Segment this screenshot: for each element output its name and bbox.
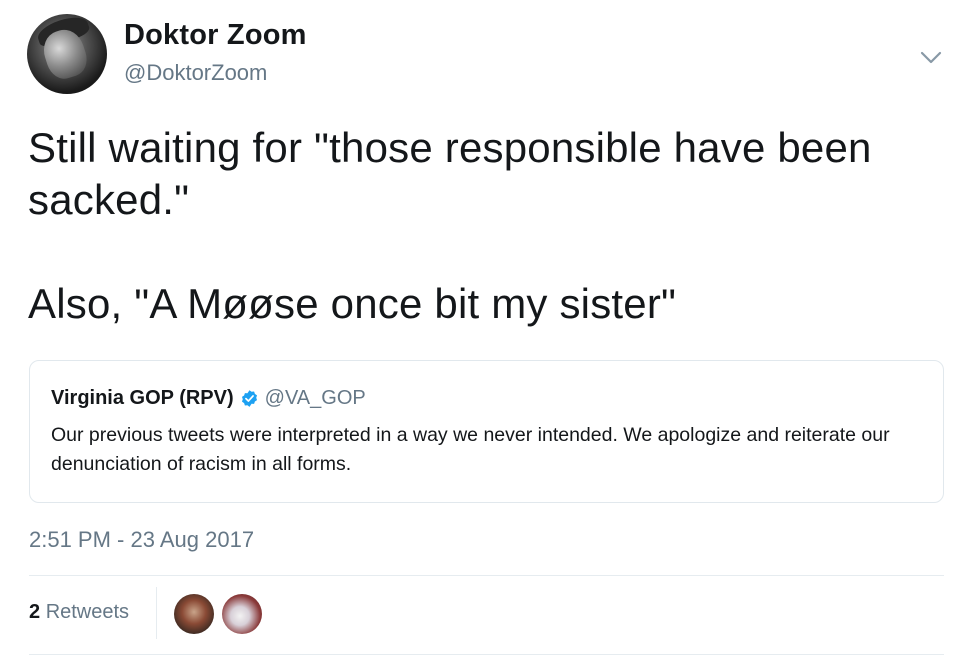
- author-avatar[interactable]: [27, 14, 107, 94]
- retweet-label: Retweets: [45, 601, 130, 623]
- quoted-tweet-header: Virginia GOP (RPV) @VA_GOP: [51, 387, 366, 410]
- quoted-tweet-text: Our previous tweets were interpreted in …: [51, 424, 890, 475]
- tweet-card: Doktor Zoom @DoktorZoom Still waiting fo…: [0, 0, 980, 659]
- chevron-down-icon[interactable]: [918, 47, 944, 67]
- stats-divider-bottom: [29, 654, 944, 655]
- stats-separator: [156, 587, 157, 639]
- retweet-count: 2: [29, 601, 41, 623]
- retweeter-avatar-2[interactable]: [222, 594, 262, 634]
- tweet-timestamp[interactable]: 2:51 PM - 23 Aug 2017: [29, 527, 254, 553]
- verified-badge-icon: [241, 390, 257, 407]
- author-handle[interactable]: @DoktorZoom: [124, 60, 267, 86]
- author-display-name[interactable]: Doktor Zoom: [124, 19, 307, 52]
- quoted-handle: @VA_GOP: [264, 387, 366, 409]
- retweeter-avatar-1[interactable]: [174, 594, 214, 634]
- retweets-stat[interactable]: 2 Retweets: [29, 601, 129, 624]
- stats-divider-top: [29, 575, 944, 576]
- quoted-display-name: Virginia GOP (RPV): [51, 387, 234, 409]
- quoted-tweet[interactable]: Virginia GOP (RPV) @VA_GOP Our previous …: [29, 360, 944, 503]
- tweet-text: Still waiting for "those responsible hav…: [28, 124, 872, 327]
